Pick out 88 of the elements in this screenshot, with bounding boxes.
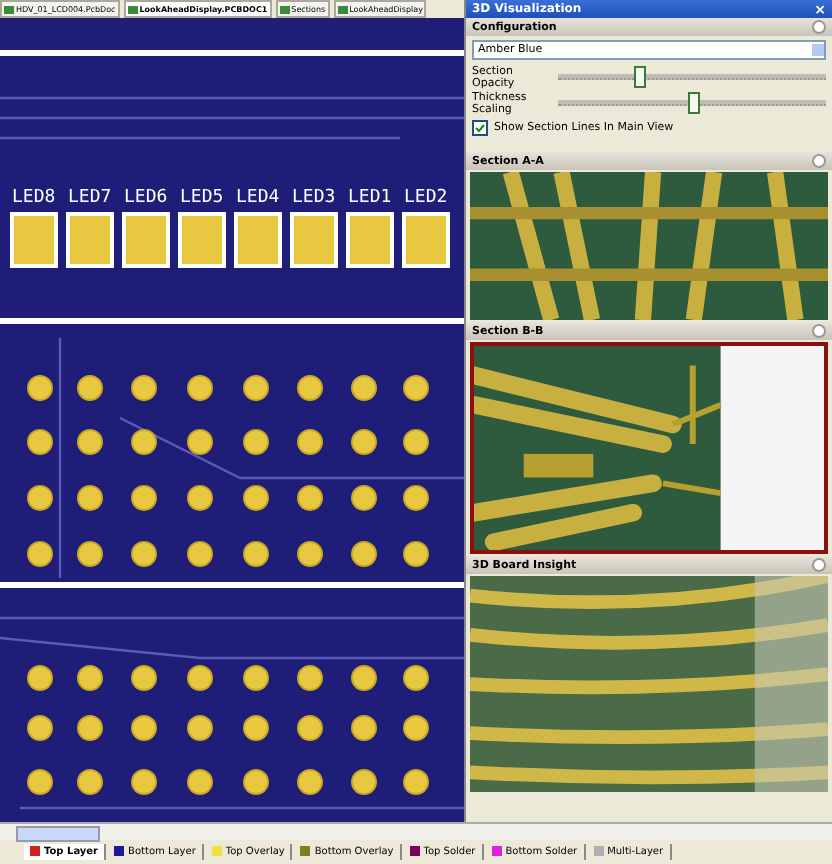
- through-hole-pad: [131, 665, 157, 691]
- smd-pad: [66, 212, 114, 268]
- through-hole-pad: [27, 715, 53, 741]
- through-hole-pad: [297, 769, 323, 795]
- led-designator: LED7: [68, 188, 112, 208]
- through-hole-pad: [297, 715, 323, 741]
- smd-pad: [10, 212, 58, 268]
- through-hole-pad: [77, 429, 103, 455]
- through-hole-pad: [297, 665, 323, 691]
- through-hole-pad: [243, 769, 269, 795]
- through-hole-pad: [131, 429, 157, 455]
- through-hole-pad: [131, 375, 157, 401]
- through-hole-pad: [351, 375, 377, 401]
- through-hole-pad: [131, 541, 157, 567]
- led-designator: LED1: [348, 188, 392, 208]
- smd-pad: [234, 212, 282, 268]
- through-hole-pad: [403, 665, 429, 691]
- document-icon: [279, 5, 290, 13]
- through-hole-pad: [27, 665, 53, 691]
- through-hole-pad: [297, 429, 323, 455]
- through-hole-pad: [27, 375, 53, 401]
- through-hole-pad: [77, 375, 103, 401]
- through-hole-pad: [403, 715, 429, 741]
- through-hole-pad: [243, 429, 269, 455]
- through-hole-pad: [187, 485, 213, 511]
- through-hole-pad: [187, 375, 213, 401]
- through-hole-pad: [187, 769, 213, 795]
- through-hole-pad: [403, 769, 429, 795]
- collapse-icon[interactable]: [812, 558, 826, 572]
- through-hole-pad: [131, 769, 157, 795]
- through-hole-pad: [77, 769, 103, 795]
- through-hole-pad: [297, 541, 323, 567]
- through-hole-pad: [77, 665, 103, 691]
- led-designator: LED2: [404, 188, 448, 208]
- led-designator: LED5: [180, 188, 224, 208]
- through-hole-pad: [131, 715, 157, 741]
- through-hole-pad: [27, 485, 53, 511]
- through-hole-pad: [297, 485, 323, 511]
- through-hole-pad: [403, 485, 429, 511]
- through-hole-pad: [403, 541, 429, 567]
- smd-pad: [346, 212, 394, 268]
- smd-pad: [122, 212, 170, 268]
- through-hole-pad: [351, 429, 377, 455]
- collapse-icon[interactable]: [812, 324, 826, 338]
- through-hole-pad: [297, 375, 323, 401]
- through-hole-pad: [243, 665, 269, 691]
- smd-pad: [402, 212, 450, 268]
- led-designator: LED3: [292, 188, 336, 208]
- through-hole-pad: [187, 715, 213, 741]
- through-hole-pad: [403, 429, 429, 455]
- document-icon: [337, 5, 348, 13]
- document-icon: [4, 5, 14, 13]
- document-icon: [127, 5, 138, 13]
- through-hole-pad: [27, 429, 53, 455]
- through-hole-pad: [351, 485, 377, 511]
- through-hole-pad: [351, 541, 377, 567]
- through-hole-pad: [243, 715, 269, 741]
- through-hole-pad: [351, 769, 377, 795]
- led-designator: LED4: [236, 188, 280, 208]
- pcb-canvas[interactable]: LED8 LED7 LED6 LED5 LED4 LED3 LED1 LED2: [0, 18, 464, 822]
- through-hole-pad: [351, 665, 377, 691]
- through-hole-pad: [187, 541, 213, 567]
- slider-thumb[interactable]: [634, 66, 647, 88]
- through-hole-pad: [187, 665, 213, 691]
- through-hole-pad: [243, 375, 269, 401]
- 3d-view-drawing[interactable]: [470, 172, 828, 320]
- slider-thumb[interactable]: [688, 92, 700, 114]
- collapse-icon[interactable]: [812, 20, 826, 34]
- collapse-icon[interactable]: [812, 154, 826, 168]
- checkbox[interactable]: [472, 120, 488, 136]
- horizontal-scrollbar[interactable]: [0, 822, 832, 840]
- through-hole-pad: [243, 541, 269, 567]
- smd-pad: [290, 212, 338, 268]
- through-hole-pad: [77, 715, 103, 741]
- through-hole-pad: [77, 541, 103, 567]
- through-hole-pad: [187, 429, 213, 455]
- led-designator: LED6: [124, 188, 168, 208]
- scroll-thumb[interactable]: [16, 826, 100, 842]
- through-hole-pad: [77, 485, 103, 511]
- 3d-view-drawing[interactable]: [470, 342, 828, 554]
- through-hole-pad: [27, 541, 53, 567]
- through-hole-pad: [351, 715, 377, 741]
- through-hole-pad: [27, 769, 53, 795]
- through-hole-pad: [243, 485, 269, 511]
- through-hole-pad: [403, 375, 429, 401]
- through-hole-pad: [131, 485, 157, 511]
- smd-pad: [178, 212, 226, 268]
- led-designator: LED8: [12, 188, 56, 208]
